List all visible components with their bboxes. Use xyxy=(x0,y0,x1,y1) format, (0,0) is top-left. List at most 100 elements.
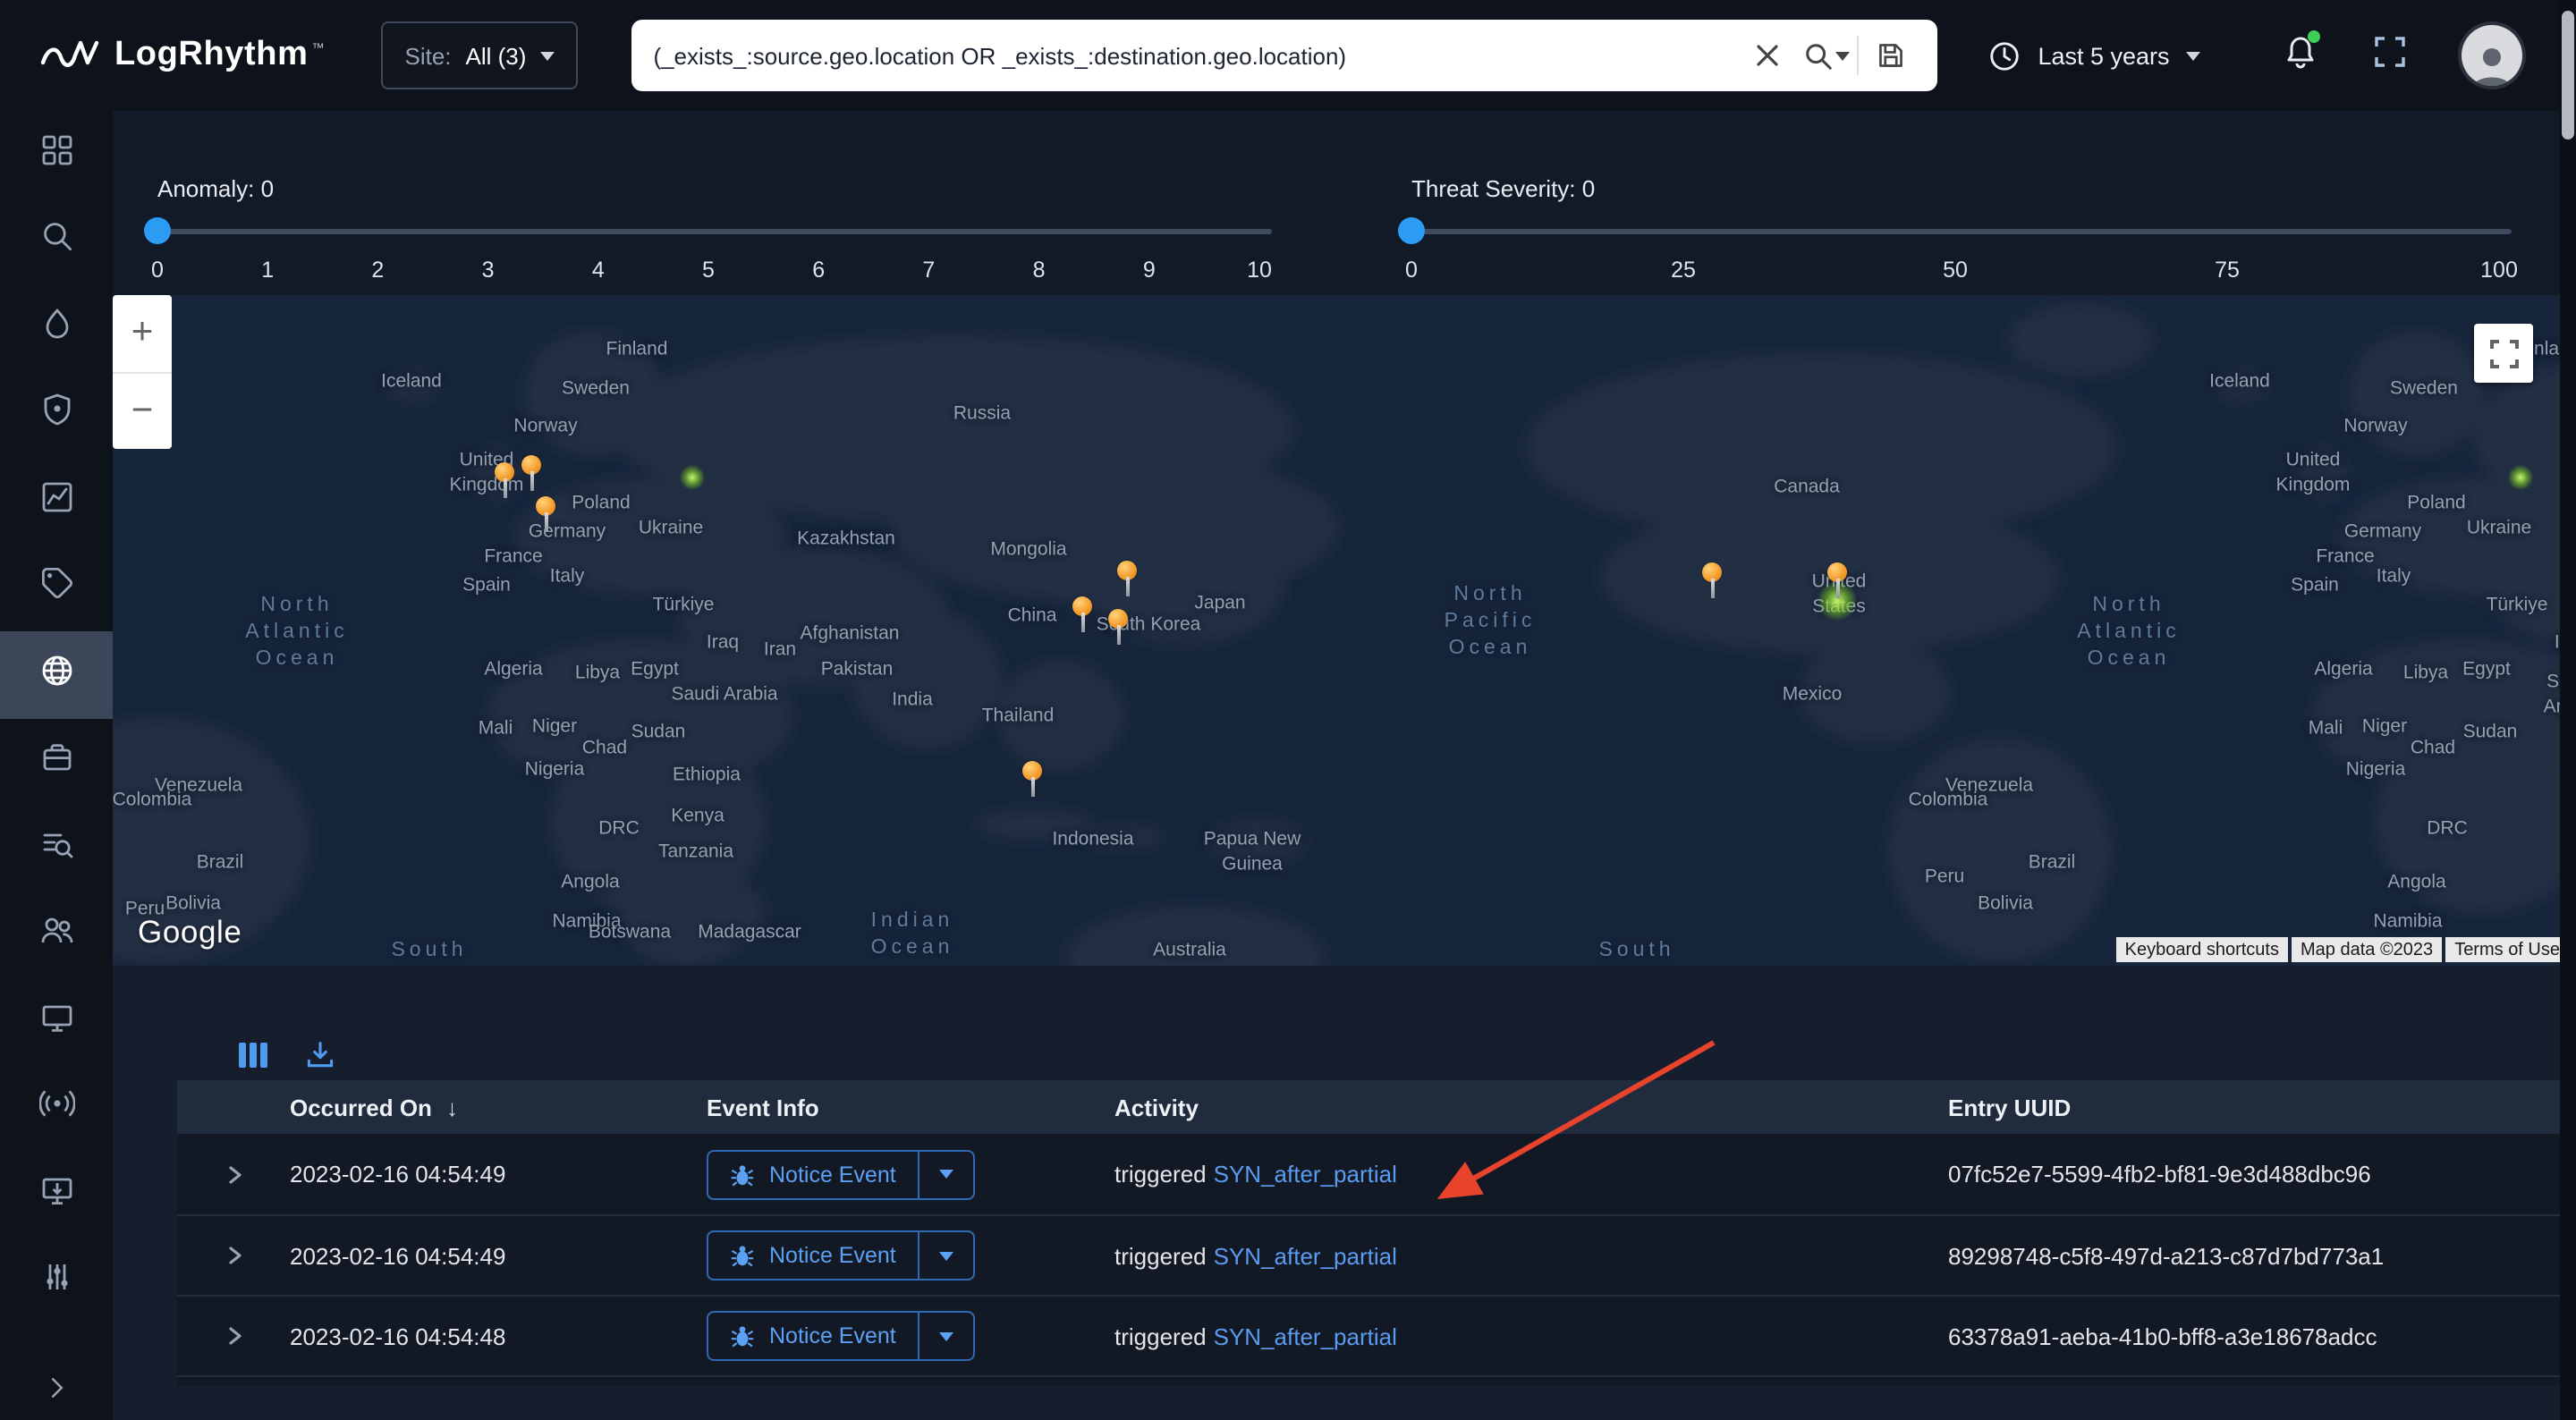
sidebar-item-settings[interactable] xyxy=(0,1238,113,1325)
slider-tick: 50 xyxy=(1943,258,1968,283)
save-search-icon[interactable] xyxy=(1866,30,1916,80)
notice-event-label: Notice Event xyxy=(769,1162,896,1187)
sidebar-item-broadcast[interactable] xyxy=(0,1065,113,1152)
logrhythm-logo[interactable]: LogRhythm™ xyxy=(39,36,325,75)
notice-event-dropdown[interactable] xyxy=(919,1232,973,1279)
map-pin[interactable] xyxy=(1108,609,1128,629)
page-scrollbar[interactable] xyxy=(2560,0,2576,1420)
chevron-right-icon xyxy=(223,1245,244,1266)
partial-next-row xyxy=(177,1375,2576,1386)
map-pin[interactable] xyxy=(495,462,514,482)
geo-map[interactable]: FinlandIcelandSwedenNorwayUnited Kingdom… xyxy=(113,295,2576,966)
ocean-label: North Atlantic Ocean xyxy=(2077,593,2180,673)
notice-event-button[interactable]: Notice Event xyxy=(708,1313,919,1359)
sort-descending-icon[interactable]: ↓ xyxy=(446,1094,458,1120)
slider-tick: 4 xyxy=(592,258,605,283)
logrhythm-app: LogRhythm™ Site: All (3) Last 5 years xyxy=(0,0,2576,1420)
slider-tick: 3 xyxy=(482,258,495,283)
country-label: Italy xyxy=(550,565,585,589)
sidebar-collapse-button[interactable] xyxy=(0,1374,113,1420)
sidebar-item-search-list[interactable] xyxy=(0,805,113,892)
sidebar-item-monitor[interactable] xyxy=(0,978,113,1065)
trademark: ™ xyxy=(312,43,325,55)
bug-icon xyxy=(730,1162,755,1187)
map-pin[interactable] xyxy=(1117,561,1137,580)
column-header-activity[interactable]: Activity xyxy=(1114,1094,1948,1120)
map-attribution-item[interactable]: Keyboard shortcuts xyxy=(2116,937,2288,962)
sidebar-item-threats[interactable] xyxy=(0,284,113,371)
ocean-label: South xyxy=(1598,938,1674,965)
row-expand-button[interactable] xyxy=(223,1163,244,1185)
site-selector[interactable]: Site: All (3) xyxy=(382,21,579,89)
activity-link[interactable]: SYN_after_partial xyxy=(1214,1161,1397,1188)
column-header-event-info[interactable]: Event Info xyxy=(707,1094,1114,1120)
row-expand-button[interactable] xyxy=(223,1245,244,1266)
divider xyxy=(1857,36,1859,75)
map-pin[interactable] xyxy=(1827,562,1847,582)
grid-toolbar xyxy=(113,966,2576,1077)
country-label: Madagascar xyxy=(698,921,801,945)
sidebar-item-cases[interactable] xyxy=(0,718,113,805)
scrollbar-thumb[interactable] xyxy=(2562,11,2574,139)
monitor-icon xyxy=(38,1000,74,1044)
search-input[interactable] xyxy=(653,42,1742,69)
anomaly-slider-handle[interactable] xyxy=(144,217,171,244)
time-range-selector[interactable]: Last 5 years xyxy=(1987,38,2199,72)
sidebar-item-deployment[interactable] xyxy=(0,1152,113,1238)
download-button[interactable] xyxy=(304,1039,336,1071)
threat-slider-track[interactable] xyxy=(1399,229,2512,234)
fullscreen-button[interactable] xyxy=(2372,33,2408,78)
map-pin[interactable] xyxy=(536,496,555,516)
table-header-row: Occurred On ↓ Event Info Activity Entry … xyxy=(177,1080,2576,1134)
column-header-entry-uuid[interactable]: Entry UUID xyxy=(1948,1094,2576,1120)
ocean-label: North Pacific Ocean xyxy=(1445,582,1537,663)
sidebar-item-analyze[interactable] xyxy=(0,198,113,284)
sidebar-item-shield[interactable] xyxy=(0,371,113,458)
activity-link[interactable]: SYN_after_partial xyxy=(1214,1242,1397,1269)
row-expand-button[interactable] xyxy=(223,1325,244,1347)
map-pin[interactable] xyxy=(521,455,541,475)
ocean-label: South xyxy=(391,938,467,965)
user-avatar[interactable] xyxy=(2462,25,2522,86)
activity-text: triggered xyxy=(1114,1161,1207,1188)
columns-button[interactable] xyxy=(238,1041,268,1069)
anomaly-slider-track[interactable] xyxy=(145,229,1272,234)
country-label: Peru xyxy=(1925,866,1964,890)
notice-event-dropdown[interactable] xyxy=(919,1151,973,1197)
column-header-occurred-on[interactable]: Occurred On xyxy=(290,1094,432,1120)
map-pin[interactable] xyxy=(1072,596,1092,616)
caret-down-icon xyxy=(939,1251,953,1260)
map-fullscreen-button[interactable] xyxy=(2474,324,2533,383)
notice-event-button[interactable]: Notice Event xyxy=(708,1151,919,1197)
notifications-button[interactable] xyxy=(2283,33,2318,78)
map-attribution-item[interactable]: Map data ©2023 xyxy=(2292,937,2442,962)
map-attribution-item[interactable]: Terms of Use xyxy=(2445,937,2569,962)
country-label: Angola xyxy=(561,871,619,895)
sidebar-item-users[interactable] xyxy=(0,892,113,978)
notice-event-dropdown[interactable] xyxy=(919,1313,973,1359)
activity-link[interactable]: SYN_after_partial xyxy=(1214,1323,1397,1349)
sidebar-item-dashboard[interactable] xyxy=(0,111,113,198)
slider-tick: 1 xyxy=(261,258,274,283)
clock-icon xyxy=(1987,38,2021,72)
events-table: Occurred On ↓ Event Info Activity Entry … xyxy=(177,1080,2576,1386)
clear-search-icon[interactable] xyxy=(1742,30,1792,80)
sidebar-item-tags[interactable] xyxy=(0,545,113,631)
threat-severity-slider: Threat Severity: 0 0255075100 xyxy=(1399,111,2512,295)
slider-tick: 0 xyxy=(1405,258,1418,283)
map-pin[interactable] xyxy=(1702,562,1722,582)
anomaly-slider-label: Anomaly: 0 xyxy=(157,175,274,202)
country-label: Indonesia xyxy=(1052,828,1133,852)
threat-slider-handle[interactable] xyxy=(1398,217,1425,244)
events-panel: Occurred On ↓ Event Info Activity Entry … xyxy=(113,966,2576,1420)
sidebar-item-reports[interactable] xyxy=(0,458,113,545)
dashboard-icon xyxy=(38,132,74,177)
country-label: Canada xyxy=(1774,476,1840,500)
users-icon xyxy=(38,913,74,958)
country-label: Niger xyxy=(2362,715,2407,740)
sidebar-item-globe[interactable] xyxy=(0,631,113,718)
notice-event-button[interactable]: Notice Event xyxy=(708,1232,919,1279)
search-options-caret-icon[interactable] xyxy=(1835,51,1850,60)
main-content: Anomaly: 0 012345678910 Threat Severity:… xyxy=(113,111,2576,1420)
map-pin[interactable] xyxy=(1022,761,1042,781)
